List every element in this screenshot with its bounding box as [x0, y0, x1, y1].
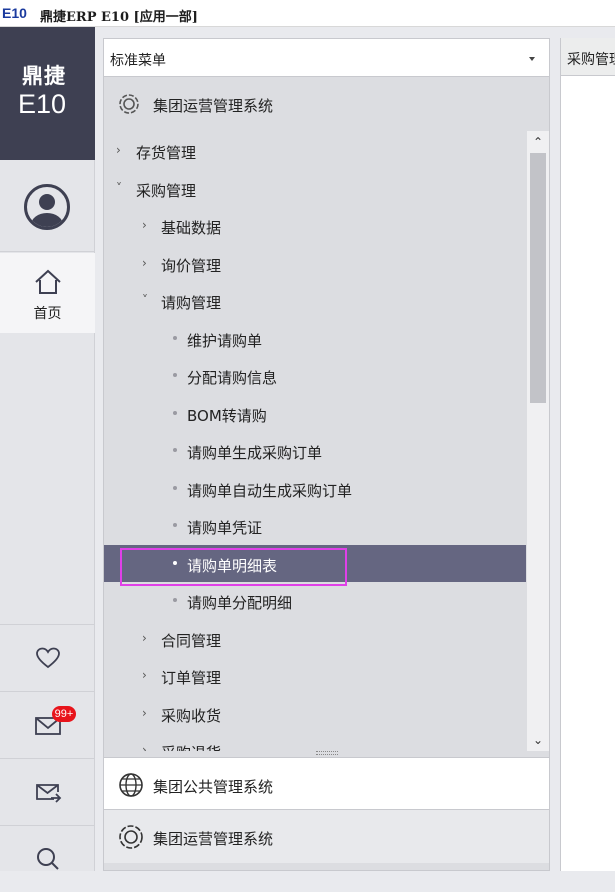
group-header-label: 集团运营管理系统	[153, 830, 274, 848]
scroll-up-icon[interactable]: ⌃	[527, 131, 549, 153]
avatar-icon	[24, 184, 70, 230]
menu-item-label: 基础数据	[161, 219, 222, 237]
bullet-icon	[173, 410, 177, 415]
menu-folder-item[interactable]: › 采购收货	[104, 695, 526, 732]
chevron-right-icon: ›	[142, 743, 147, 751]
chevron-right-icon: ›	[142, 705, 147, 720]
brand-name-cn: 鼎捷	[22, 63, 66, 88]
menu-type-value: 标准菜单	[110, 53, 166, 69]
menu-leaf-item[interactable]: 请购单生成采购订单	[104, 432, 526, 469]
system-ring-icon	[119, 825, 143, 849]
group-header-public[interactable]: 集团公共管理系统	[104, 757, 549, 809]
messages-button[interactable]: 99+	[0, 691, 95, 758]
menu-leaf-item[interactable]: 请购单分配明细	[104, 582, 526, 619]
menu-leaf-item[interactable]: 请购单凭证	[104, 507, 526, 544]
menu-item-label: 采购退货	[161, 742, 221, 751]
menu-folder-item[interactable]: › 订单管理	[104, 657, 526, 694]
home-label: 首页	[33, 306, 62, 322]
chevron-right-icon: ›	[142, 255, 147, 270]
bullet-icon	[173, 523, 177, 527]
chevron-down-icon: ˅	[116, 180, 122, 195]
menu-item-label: 询价管理	[161, 256, 222, 275]
menu-leaf-item[interactable]: BOM转请购	[104, 395, 526, 432]
menu-leaf-item[interactable]: 维护请购单	[104, 320, 526, 357]
menu-item-label: 请购管理	[161, 294, 222, 312]
grip-icon	[316, 751, 338, 755]
app-mark: E10	[2, 5, 27, 21]
menu-folder-item[interactable]: ˅ 请购管理	[104, 282, 526, 319]
brand-name-en: E10	[18, 89, 67, 119]
menu-item-label: 订单管理	[161, 669, 222, 687]
menu-folder-item[interactable]: › 询价管理	[104, 245, 526, 282]
menu-folder-item[interactable]: ˅ 采购管理	[104, 170, 526, 207]
home-icon	[35, 269, 61, 294]
search-icon	[37, 848, 59, 870]
menu-item-label: 存货管理	[136, 144, 197, 162]
chevron-right-icon: ›	[142, 218, 147, 232]
heart-icon	[36, 647, 60, 669]
unread-badge: 99+	[52, 706, 76, 722]
menu-tree: › 存货管理 ˅ 采购管理 › 基础数据 › 询价管理 ˅ 请购管理维护请购单分配请购信息 BOM转…	[104, 131, 526, 751]
group-header-ops[interactable]: 集团运营管理系统	[104, 77, 549, 131]
menu-item-label: 分配请购信息	[187, 369, 278, 387]
search-button[interactable]	[0, 825, 95, 892]
outbox-button[interactable]	[0, 758, 95, 825]
menu-folder-item[interactable]: › 基础数据	[104, 207, 526, 244]
bullet-icon	[173, 373, 177, 377]
menu-item-label: 请购单分配明细	[187, 594, 293, 612]
menu-item-label: 请购单生成采购订单	[187, 444, 323, 462]
menu-folder-item[interactable]: › 采购退货	[104, 732, 526, 751]
favorites-button[interactable]	[0, 624, 95, 691]
mail-forward-icon	[36, 784, 62, 803]
menu-item-label: 请购单明细表	[187, 556, 278, 575]
menu-item-label: 维护请购单	[187, 331, 263, 350]
menu-leaf-item[interactable]: 请购单明细表	[104, 544, 526, 586]
chevron-down-icon: ˅	[142, 293, 148, 307]
menu-leaf-item[interactable]: 请购单自动生成采购订单	[104, 470, 526, 507]
tree-scrollbar[interactable]: ⌃ ⌄	[527, 131, 549, 751]
scroll-down-icon[interactable]: ⌄	[527, 729, 549, 751]
tab-label: 采购管理	[567, 52, 615, 68]
menu-item-label: 请购单凭证	[187, 519, 263, 537]
bullet-icon	[173, 560, 177, 565]
bullet-icon	[173, 335, 177, 340]
bullet-icon	[173, 485, 177, 490]
window-title: 鼎捷ERP E10 [应用一部]	[40, 10, 198, 25]
chevron-right-icon: ›	[142, 630, 147, 645]
menu-item-label: BOM转请购	[187, 406, 267, 425]
menu-leaf-item[interactable]: 分配请购信息	[104, 357, 526, 394]
tab-purchase-management[interactable]: 采购管理	[561, 38, 615, 76]
system-ring-icon	[119, 94, 139, 114]
menu-type-select[interactable]: 标准菜单	[104, 39, 549, 77]
chevron-right-icon: ›	[116, 143, 121, 157]
group-header-label: 集团运营管理系统	[153, 97, 274, 115]
chevron-down-icon	[529, 57, 535, 61]
content-area: 采购管理	[560, 38, 615, 871]
left-rail: 鼎捷 E10 首页 99+	[0, 27, 95, 871]
home-nav-button[interactable]: 首页	[0, 253, 95, 333]
chevron-right-icon: ›	[142, 668, 147, 682]
menu-folder-item[interactable]: › 合同管理	[104, 620, 526, 657]
menu-item-label: 采购管理	[136, 181, 197, 200]
menu-item-label: 请购单自动生成采购订单	[187, 481, 353, 500]
menu-folder-item[interactable]: › 存货管理	[104, 132, 526, 169]
scroll-thumb[interactable]	[530, 153, 546, 403]
group-header-ops-bottom[interactable]: 集团运营管理系统	[104, 809, 549, 863]
bullet-icon	[173, 598, 177, 602]
group-header-label: 集团公共管理系统	[153, 778, 274, 796]
menu-panel: 标准菜单 集团运营管理系统 › 存货管理 ˅ 采购管理 › 基础数据 › 询价管理 ˅ 请购管理维…	[103, 38, 550, 871]
menu-item-label: 采购收货	[161, 706, 222, 725]
bullet-icon	[173, 448, 177, 452]
globe-icon	[119, 773, 143, 797]
menu-item-label: 合同管理	[161, 631, 222, 650]
user-avatar-button[interactable]	[0, 160, 95, 252]
brand-logo: 鼎捷 E10	[0, 27, 95, 160]
title-bar: E10 鼎捷ERP E10 [应用一部]	[0, 0, 615, 27]
